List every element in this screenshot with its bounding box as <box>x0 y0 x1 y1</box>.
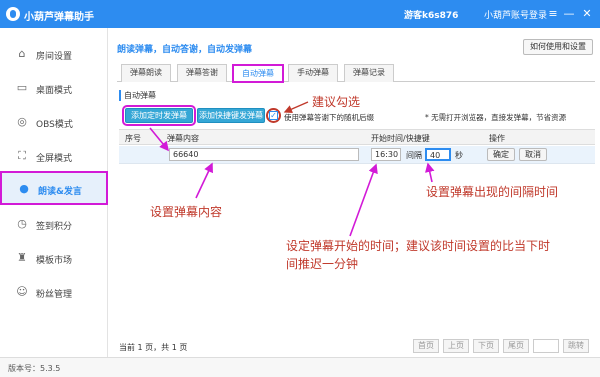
breadcrumb: 朗读弹幕，自动答谢，自动发弹幕 <box>117 45 253 55</box>
section-label: 自动弹幕 <box>119 90 156 101</box>
sidebar: ⌂ 房间设置 ▭ 桌面模式 ◎ OBS模式 ⛶ 全屏模式 ● 朗读&发言 ◷ 签… <box>0 28 108 377</box>
user-name: 游客k6s876 <box>404 11 459 21</box>
app-title: 小葫芦弹幕助手 <box>24 12 94 23</box>
column-header-start-time: 开始时间/快捷键 <box>371 134 430 143</box>
sidebar-item-read-and-speak[interactable]: ● 朗读&发言 <box>0 171 108 205</box>
annotation-set-start-time-line2: 间推迟一分钟 <box>286 257 359 271</box>
obs-icon: ◎ <box>17 115 27 128</box>
confirm-button[interactable]: 确定 <box>487 148 515 161</box>
sidebar-item-label: 全屏模式 <box>36 154 73 164</box>
sidebar-item-label: 桌面模式 <box>36 86 73 96</box>
sidebar-item-label: 朗读&发言 <box>38 187 82 197</box>
add-timed-danmaku-button[interactable]: 添加定时发弹幕 <box>122 105 196 126</box>
menu-icon[interactable]: ≡ <box>546 7 560 21</box>
annotation-set-interval: 设置弹幕出现的间隔时间 <box>426 185 559 199</box>
sidebar-item-label: 模板市场 <box>36 256 73 266</box>
app-logo-icon <box>6 7 20 21</box>
sidebar-item-fullscreen-mode[interactable]: ⛶ 全屏模式 <box>0 140 108 172</box>
interval-unit: 秒 <box>455 151 463 160</box>
last-page-button[interactable]: 尾页 <box>503 339 529 353</box>
sidebar-item-label: 签到积分 <box>36 222 73 232</box>
jump-button[interactable]: 跳转 <box>563 339 589 353</box>
help-button[interactable]: 如何使用和设置 <box>523 39 593 55</box>
tab-manual-danmaku[interactable]: 手动弹幕 <box>288 64 338 82</box>
add-hotkey-danmaku-button[interactable]: 添加快捷键发弹幕 <box>197 108 265 123</box>
sidebar-item-checkin-points[interactable]: ◷ 签到积分 <box>0 208 108 240</box>
microphone-icon: ● <box>19 182 29 195</box>
table-row: 66640 16:30 间隔 40 秒 确定 取消 <box>119 146 595 164</box>
sidebar-item-desktop-mode[interactable]: ▭ 桌面模式 <box>0 72 108 104</box>
monitor-icon: ▭ <box>16 81 28 94</box>
title-bar: 小葫芦弹幕助手 游客k6s876 小葫芦账号登录 ≡ — ✕ <box>0 0 600 28</box>
column-header-content: 弹幕内容 <box>167 134 199 143</box>
cancel-button[interactable]: 取消 <box>519 148 547 161</box>
sidebar-item-fan-management[interactable]: ☺ 粉丝管理 <box>0 276 108 308</box>
prev-page-button[interactable]: 上页 <box>443 339 469 353</box>
sidebar-item-label: 房间设置 <box>36 52 73 62</box>
tip-text: * 无需打开浏览器，直接发弹幕，节省资源 <box>425 113 567 122</box>
danmaku-content-input[interactable]: 66640 <box>169 148 359 161</box>
fullscreen-icon: ⛶ <box>18 149 26 162</box>
annotation-set-content: 设置弹幕内容 <box>150 205 223 219</box>
checkin-icon: ◷ <box>17 217 27 230</box>
tab-bar: 弹幕朗读 弹幕答谢 自动弹幕 手动弹幕 弹幕记录 <box>117 64 595 83</box>
house-icon: ⌂ <box>18 47 26 60</box>
column-header-actions: 操作 <box>489 134 505 143</box>
main-panel: 朗读弹幕，自动答谢，自动发弹幕 如何使用和设置 弹幕朗读 弹幕答谢 自动弹幕 手… <box>109 28 600 377</box>
start-time-input[interactable]: 16:30 <box>371 148 401 161</box>
tab-auto-danmaku[interactable]: 自动弹幕 <box>232 64 284 83</box>
close-icon[interactable]: ✕ <box>580 7 594 21</box>
first-page-button[interactable]: 首页 <box>413 339 439 353</box>
pagination-bar: 当前 1 页，共 1 页 首页 上页 下页 尾页 跳转 <box>119 339 595 355</box>
table-header: 序号 弹幕内容 开始时间/快捷键 操作 <box>119 129 595 145</box>
tab-danmaku-records[interactable]: 弹幕记录 <box>344 64 394 82</box>
column-header-index: 序号 <box>125 134 141 143</box>
tab-danmaku-reading[interactable]: 弹幕朗读 <box>121 64 171 82</box>
sidebar-item-obs-mode[interactable]: ◎ OBS模式 <box>0 106 108 138</box>
status-bar: 版本号：5.3.5 <box>0 357 600 377</box>
fans-icon: ☺ <box>16 285 28 298</box>
annotation-suggest-check: 建议勾选 <box>312 95 361 109</box>
sidebar-item-label: 粉丝管理 <box>36 290 73 300</box>
page-number-input[interactable] <box>533 339 559 353</box>
shirt-icon: ♜ <box>17 251 27 264</box>
annotation-set-start-time-line1: 设定弹幕开始的时间；建议该时间设置的比当下时 <box>286 239 551 253</box>
version-label: 版本号：5.3.5 <box>8 364 61 373</box>
next-page-button[interactable]: 下页 <box>473 339 499 353</box>
random-suffix-label: 使用弹幕答谢下的随机后缀 <box>284 113 374 122</box>
tab-danmaku-thanks[interactable]: 弹幕答谢 <box>177 64 227 82</box>
random-suffix-checkbox[interactable]: ✓ <box>269 111 278 120</box>
login-link[interactable]: 小葫芦账号登录 <box>484 8 547 21</box>
interval-label: 间隔 <box>406 151 422 160</box>
minimize-icon[interactable]: — <box>562 7 576 21</box>
page-info: 当前 1 页，共 1 页 <box>119 343 188 352</box>
interval-input[interactable]: 40 <box>425 148 451 161</box>
sidebar-item-room-settings[interactable]: ⌂ 房间设置 <box>0 38 108 70</box>
sidebar-item-template-market[interactable]: ♜ 模板市场 <box>0 242 108 274</box>
sidebar-item-label: OBS模式 <box>36 120 73 130</box>
